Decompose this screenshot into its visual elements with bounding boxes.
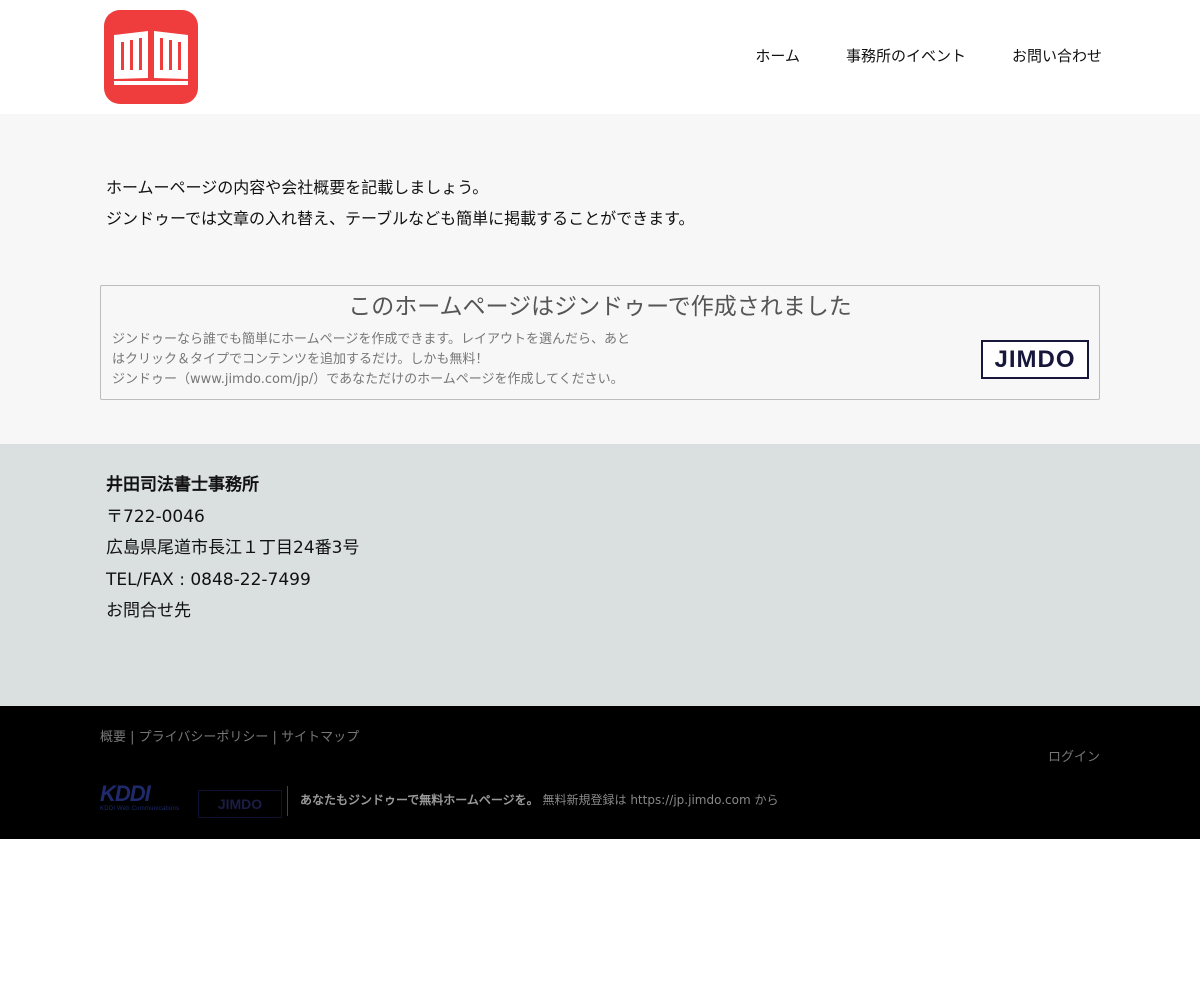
postal-code: 〒722-0046 — [106, 506, 205, 527]
kddi-logo[interactable]: KDDI KDDI Web Communications — [100, 783, 186, 819]
site-logo[interactable] — [104, 10, 198, 104]
jimdo-logo[interactable]: JIMDO — [981, 340, 1089, 379]
contact-link[interactable]: お問合せ先 — [106, 596, 359, 628]
tel-fax: TEL/FAX : 0848-22-7499 — [106, 569, 311, 590]
company-name: 井田司法書士事務所 — [106, 475, 259, 495]
jimdo-footer-logo[interactable]: JIMDO — [198, 790, 282, 818]
promo-description-line: ジンドゥーなら誰でも簡単にホームページを作成できます。レイアウトを選んだら、あと — [112, 332, 631, 347]
intro-text: ホームーページの内容や会社概要を記載しましょう。 ジンドゥーでは文章の入れ替え、… — [106, 172, 694, 234]
site-header: ホーム 事務所のイベント お問い合わせ — [0, 0, 1200, 114]
footer-links: 概要 | プライバシーポリシー | サイトマップ — [100, 726, 359, 745]
nav-contact[interactable]: お問い合わせ — [1012, 46, 1102, 66]
promo-description-line: はクリック＆タイプでコンテンツを追加するだけ。しかも無料！ — [112, 352, 489, 367]
footer-promo-bold: あなたもジンドゥーで無料ホームページを。 — [300, 793, 539, 807]
kddi-logo-subtext: KDDI Web Communications — [100, 806, 180, 812]
kddi-logo-text: KDDI — [100, 781, 151, 806]
login-link[interactable]: ログイン — [1048, 746, 1100, 765]
footer-promo: あなたもジンドゥーで無料ホームページを。 無料新規登録は https://jp.… — [300, 791, 778, 808]
footer-separator: | — [268, 730, 282, 745]
intro-line: ホームーページの内容や会社概要を記載しましょう。 — [106, 178, 489, 197]
open-book-icon — [114, 31, 188, 85]
jimdo-signup-link[interactable]: https://jp.jimdo.com — [630, 793, 750, 807]
footer-link-sitemap[interactable]: サイトマップ — [281, 730, 359, 745]
promo-title: このホームページはジンドゥーで作成されました — [348, 294, 852, 320]
main-nav: ホーム 事務所のイベント お問い合わせ — [755, 46, 1102, 66]
footer-divider — [287, 786, 288, 816]
footer-link-overview[interactable]: 概要 — [100, 730, 126, 745]
promo-description-line: ジンドゥー（www.jimdo.com/jp/）であなただけのホームページを作成… — [112, 372, 624, 387]
intro-line: ジンドゥーでは文章の入れ替え、テーブルなども簡単に掲載することができます。 — [106, 209, 695, 228]
company-info: 井田司法書士事務所 〒722-0046 広島県尾道市長江１丁目24番3号 TEL… — [0, 444, 1200, 706]
footer-promo-text: 無料新規登録は — [538, 793, 631, 807]
jimdo-promo-box[interactable]: このホームページはジンドゥーで作成されました ジンドゥーなら誰でも簡単にホームペ… — [100, 285, 1100, 400]
site-footer: 概要 | プライバシーポリシー | サイトマップ ログイン KDDI KDDI … — [0, 706, 1200, 839]
footer-promo-suffix: から — [750, 793, 779, 807]
nav-home[interactable]: ホーム — [755, 46, 800, 66]
footer-separator: | — [126, 730, 139, 745]
main-content: ホームーページの内容や会社概要を記載しましょう。 ジンドゥーでは文章の入れ替え、… — [0, 114, 1200, 444]
address: 広島県尾道市長江１丁目24番3号 — [106, 538, 360, 558]
promo-description: ジンドゥーなら誰でも簡単にホームページを作成できます。レイアウトを選んだら、あと… — [112, 330, 682, 390]
footer-link-privacy[interactable]: プライバシーポリシー — [139, 730, 269, 745]
nav-office-events[interactable]: 事務所のイベント — [846, 46, 966, 66]
